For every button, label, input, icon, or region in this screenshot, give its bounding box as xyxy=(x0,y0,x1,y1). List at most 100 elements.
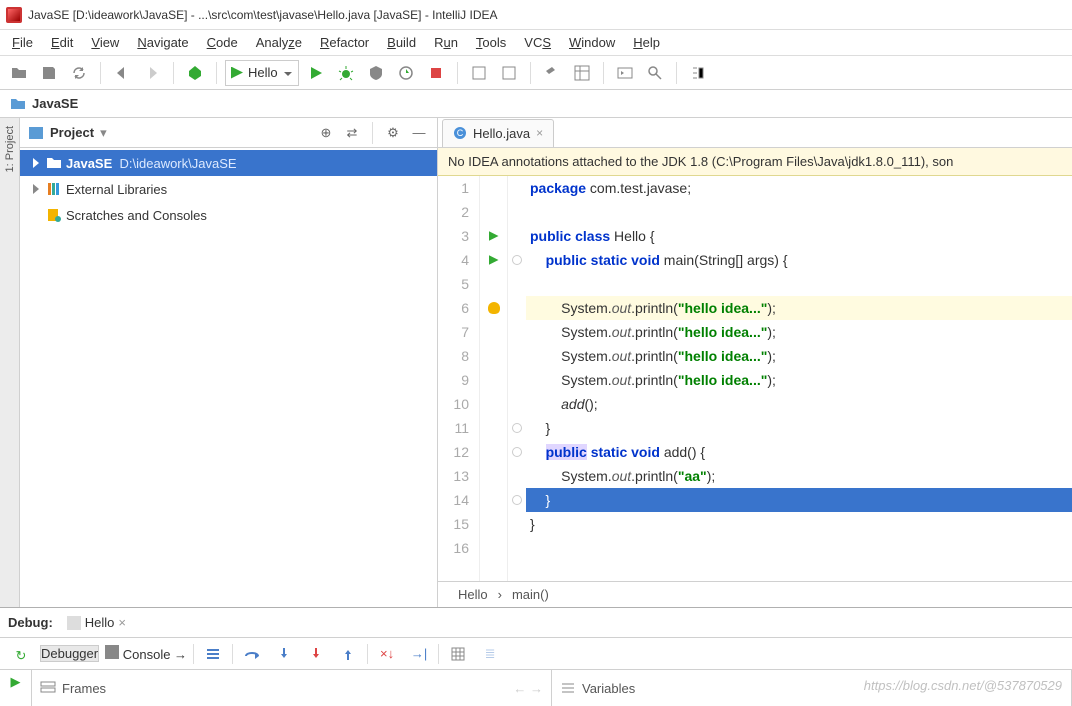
force-step-into-button[interactable] xyxy=(303,641,329,667)
menu-refactor[interactable]: Refactor xyxy=(312,32,377,53)
back-button[interactable] xyxy=(109,60,135,86)
arrow-right-icon xyxy=(30,157,42,169)
module-folder-icon xyxy=(46,155,62,171)
debug-run-tab[interactable]: Hello × xyxy=(61,612,132,633)
crumb-project[interactable]: JavaSE xyxy=(32,96,78,111)
debugger-tab[interactable]: Debugger xyxy=(40,645,99,662)
code-editor[interactable]: 12345678910111213141516 xyxy=(438,176,1072,581)
editor-breadcrumb: Hello › main() xyxy=(438,581,1072,607)
fold-marker[interactable] xyxy=(508,488,526,512)
fold-marker[interactable] xyxy=(508,248,526,272)
tree-node-scratches[interactable]: Scratches and Consoles xyxy=(20,202,437,228)
fold-marker[interactable] xyxy=(508,416,526,440)
project-tree[interactable]: JavaSE D:\ideawork\JavaSE External Libra… xyxy=(20,148,437,607)
update-button[interactable] xyxy=(466,60,492,86)
fold-column xyxy=(508,176,526,581)
watermark: https://blog.csdn.net/@537870529 xyxy=(864,678,1062,693)
forward-button[interactable] xyxy=(139,60,165,86)
debug-panel-header: Debug: Hello × xyxy=(0,608,1072,638)
run-anything-button[interactable] xyxy=(612,60,638,86)
java-class-icon: C xyxy=(453,126,467,140)
settings-button[interactable] xyxy=(539,60,565,86)
intention-bulb-icon[interactable] xyxy=(480,296,507,320)
trace-button[interactable]: ≣ xyxy=(477,641,503,667)
menu-run[interactable]: Run xyxy=(426,32,466,53)
project-panel-header: Project ▾ ⊕ ⇄ ⚙ — xyxy=(20,118,437,148)
build-button[interactable] xyxy=(182,60,208,86)
profile-button[interactable] xyxy=(393,60,419,86)
editor-warning-banner[interactable]: No IDEA annotations attached to the JDK … xyxy=(438,148,1072,176)
run-button[interactable] xyxy=(303,60,329,86)
scratches-icon xyxy=(46,207,62,223)
run-config-select[interactable]: Hello xyxy=(225,60,299,86)
menu-window[interactable]: Window xyxy=(561,32,623,53)
hide-panel-button[interactable]: — xyxy=(409,123,429,143)
menu-navigate[interactable]: Navigate xyxy=(129,32,196,53)
menu-tools[interactable]: Tools xyxy=(468,32,514,53)
close-tab-button[interactable]: × xyxy=(536,126,543,140)
save-button[interactable] xyxy=(36,60,62,86)
run-method-gutter-icon[interactable] xyxy=(480,248,507,272)
menu-code[interactable]: Code xyxy=(199,32,246,53)
titlebar: JavaSE [D:\ideawork\JavaSE] - ...\src\co… xyxy=(0,0,1072,30)
show-execution-button[interactable] xyxy=(200,641,226,667)
variables-icon xyxy=(560,680,576,696)
frames-icon xyxy=(40,680,56,696)
step-into-button[interactable] xyxy=(271,641,297,667)
menu-build[interactable]: Build xyxy=(379,32,424,53)
menu-bar: File Edit View Navigate Code Analyze Ref… xyxy=(0,30,1072,56)
editor-area: C Hello.java × No IDEA annotations attac… xyxy=(438,118,1072,607)
stop-button[interactable] xyxy=(423,60,449,86)
resume-button[interactable]: ▶ xyxy=(11,674,21,690)
console-tab[interactable]: Console → xyxy=(105,645,187,662)
editor-tabs: C Hello.java × xyxy=(438,118,1072,148)
console-icon xyxy=(105,645,119,659)
open-button[interactable] xyxy=(6,60,32,86)
step-over-button[interactable] xyxy=(239,641,265,667)
fold-marker[interactable] xyxy=(508,440,526,464)
menu-file[interactable]: File xyxy=(4,32,41,53)
project-side-tab[interactable]: 1: Project xyxy=(0,118,20,607)
debug-side-buttons: ▶ xyxy=(0,670,32,706)
debug-tab-icon xyxy=(67,616,81,630)
locate-button[interactable]: ⊕ xyxy=(316,123,336,143)
rerun-button[interactable]: ↻ xyxy=(8,643,34,669)
run-to-cursor-button[interactable]: →| xyxy=(406,641,432,667)
debug-toolbar: ↻ Debugger Console → ×↓ →| ≣ xyxy=(0,638,1072,670)
gutter-icons xyxy=(480,176,508,581)
crumb-class[interactable]: Hello xyxy=(458,587,488,602)
intellij-logo-icon xyxy=(6,7,22,23)
run-class-gutter-icon[interactable] xyxy=(480,224,507,248)
structure-button[interactable] xyxy=(569,60,595,86)
evaluate-button[interactable] xyxy=(445,641,471,667)
project-panel: Project ▾ ⊕ ⇄ ⚙ — JavaSE D:\ideawork\Jav… xyxy=(20,118,438,607)
menu-vcs[interactable]: VCS xyxy=(516,32,559,53)
crumb-method[interactable]: main() xyxy=(512,587,549,602)
frames-panel[interactable]: Frames ← → xyxy=(32,670,552,706)
step-out-button[interactable] xyxy=(335,641,361,667)
sync-button[interactable] xyxy=(66,60,92,86)
project-view-select[interactable]: Project xyxy=(50,125,94,140)
structure-toggle-button[interactable] xyxy=(685,60,711,86)
library-icon xyxy=(46,181,62,197)
editor-tab-hello[interactable]: C Hello.java × xyxy=(442,119,554,147)
search-button[interactable] xyxy=(642,60,668,86)
arrow-right-icon xyxy=(30,183,42,195)
commit-button[interactable] xyxy=(496,60,522,86)
drop-frame-button[interactable]: ×↓ xyxy=(374,641,400,667)
expand-button[interactable]: ⇄ xyxy=(342,123,362,143)
debug-label: Debug: xyxy=(8,615,53,630)
menu-analyze[interactable]: Analyze xyxy=(248,32,310,53)
svg-text:C: C xyxy=(457,128,464,138)
settings-gear-icon[interactable]: ⚙ xyxy=(383,123,403,143)
menu-help[interactable]: Help xyxy=(625,32,668,53)
tree-node-javase[interactable]: JavaSE D:\ideawork\JavaSE xyxy=(20,150,437,176)
menu-view[interactable]: View xyxy=(83,32,127,53)
code-content[interactable]: package com.test.javase; public class He… xyxy=(526,176,1072,581)
tree-node-external-libs[interactable]: External Libraries xyxy=(20,176,437,202)
debug-button[interactable] xyxy=(333,60,359,86)
line-numbers: 12345678910111213141516 xyxy=(438,176,480,581)
main-toolbar: Hello xyxy=(0,56,1072,90)
coverage-button[interactable] xyxy=(363,60,389,86)
menu-edit[interactable]: Edit xyxy=(43,32,81,53)
